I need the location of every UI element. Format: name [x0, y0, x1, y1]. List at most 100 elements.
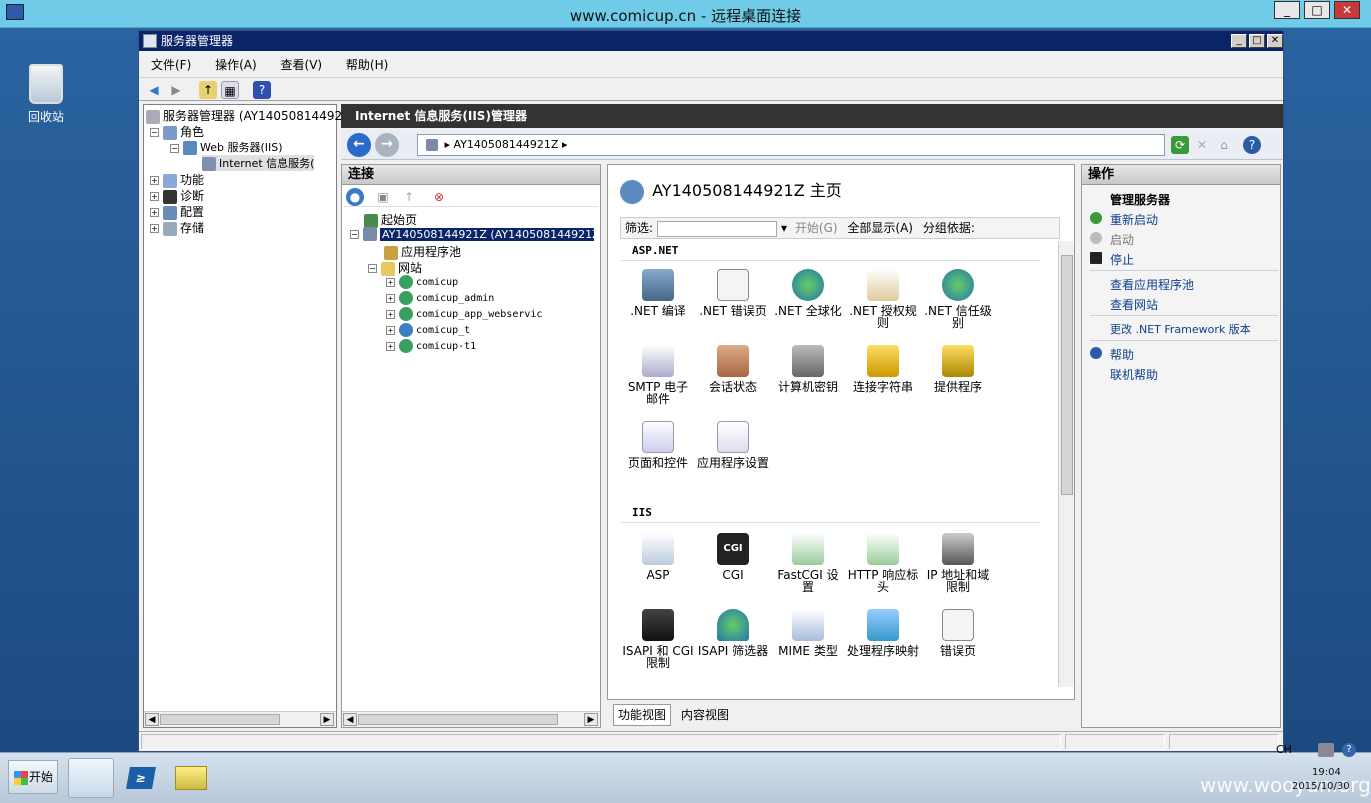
- expand-icon[interactable]: +: [386, 341, 395, 351]
- feature-cgi[interactable]: CGI CGI: [697, 533, 769, 581]
- menu-action[interactable]: 操作(A): [207, 53, 265, 76]
- feature-error-pages[interactable]: 错误页: [922, 609, 994, 657]
- taskbar-explorer[interactable]: [168, 758, 214, 798]
- tab-content-view[interactable]: 内容视图: [677, 705, 733, 725]
- action-online-help[interactable]: 联机帮助: [1110, 366, 1158, 383]
- tab-features-view[interactable]: 功能视图: [613, 704, 672, 726]
- feature-net-trust-levels[interactable]: .NET 信任级别: [922, 269, 994, 329]
- tree-item-features[interactable]: + 功能: [150, 171, 204, 188]
- feature-mime-types[interactable]: MIME 类型: [772, 609, 844, 657]
- start-filter-button[interactable]: 开始(G): [795, 221, 838, 235]
- up-folder-icon[interactable]: ↑: [199, 81, 217, 99]
- scroll-left-icon[interactable]: ◀: [343, 713, 357, 726]
- nav-forward-button[interactable]: →: [375, 133, 399, 157]
- rdp-minimize-button[interactable]: _: [1274, 1, 1300, 19]
- tree-item-configuration[interactable]: + 配置: [150, 203, 204, 220]
- expand-icon[interactable]: +: [386, 325, 395, 335]
- feature-session-state[interactable]: 会话状态: [697, 345, 769, 393]
- feature-providers[interactable]: 提供程序: [922, 345, 994, 393]
- tree-item-iis[interactable]: Internet 信息服务(: [202, 155, 315, 171]
- conn-server[interactable]: − AY140508144921Z (AY140508144921Z\woo: [350, 227, 594, 241]
- expand-icon[interactable]: +: [150, 208, 159, 217]
- feature-handler-mappings[interactable]: 处理程序映射: [847, 609, 919, 657]
- tree-item-storage[interactable]: + 存储: [150, 219, 204, 236]
- connections-horizontal-scrollbar[interactable]: ◀ ▶: [342, 711, 600, 727]
- window-close-button[interactable]: ✕: [1267, 34, 1283, 48]
- feature-net-authorization[interactable]: .NET 授权规则: [847, 269, 919, 329]
- connect-icon[interactable]: ●: [346, 188, 364, 206]
- conn-site-item[interactable]: + comicup: [386, 275, 458, 289]
- taskbar-server-manager[interactable]: [68, 758, 114, 798]
- expand-icon[interactable]: +: [150, 224, 159, 233]
- scroll-thumb[interactable]: [1061, 255, 1073, 495]
- menu-view[interactable]: 查看(V): [273, 53, 331, 76]
- scroll-right-icon[interactable]: ▶: [320, 713, 334, 726]
- scroll-thumb[interactable]: [358, 714, 558, 725]
- home-icon[interactable]: ⌂: [1215, 136, 1233, 154]
- menu-file[interactable]: 文件(F): [143, 53, 199, 76]
- feature-pages-controls[interactable]: 页面和控件: [622, 421, 694, 469]
- action-view-app-pools[interactable]: 查看应用程序池: [1110, 276, 1194, 293]
- conn-site-item[interactable]: + comicup_admin: [386, 291, 494, 305]
- conn-site-item[interactable]: + comicup_t: [386, 323, 470, 337]
- tree-horizontal-scrollbar[interactable]: ◀ ▶: [144, 711, 336, 727]
- disconnect-icon[interactable]: ⊗: [430, 188, 448, 206]
- keyboard-icon[interactable]: [1318, 743, 1334, 757]
- help-icon[interactable]: ?: [253, 81, 271, 99]
- feature-isapi-cgi-restrictions[interactable]: ISAPI 和 CGI 限制: [622, 609, 694, 669]
- start-button[interactable]: 开始: [8, 760, 58, 794]
- tree-item-roles[interactable]: − 角色: [150, 123, 204, 140]
- save-icon[interactable]: ▣: [374, 188, 392, 206]
- expand-icon[interactable]: +: [386, 293, 395, 303]
- stop-icon[interactable]: ✕: [1193, 136, 1211, 154]
- tree-item-web-server[interactable]: − Web 服务器(IIS): [170, 139, 283, 155]
- collapse-icon[interactable]: −: [368, 264, 377, 273]
- scroll-left-icon[interactable]: ◀: [145, 713, 159, 726]
- feature-smtp-email[interactable]: SMTP 电子邮件: [622, 345, 694, 405]
- feature-asp[interactable]: ASP: [622, 533, 694, 581]
- recycle-bin[interactable]: 回收站: [24, 64, 68, 125]
- expand-icon[interactable]: +: [150, 192, 159, 201]
- show-all-button[interactable]: 全部显示(A): [847, 221, 913, 235]
- feature-net-error-pages[interactable]: .NET 错误页: [697, 269, 769, 317]
- action-view-sites[interactable]: 查看网站: [1110, 296, 1158, 313]
- expand-icon[interactable]: +: [386, 277, 395, 287]
- feature-app-settings[interactable]: 应用程序设置: [697, 421, 769, 469]
- tree-item-root[interactable]: 服务器管理器 (AY140508144921: [146, 107, 350, 124]
- filter-input[interactable]: [657, 220, 778, 237]
- feature-isapi-filters[interactable]: ISAPI 筛选器: [697, 609, 769, 657]
- scroll-right-icon[interactable]: ▶: [584, 713, 598, 726]
- rdp-maximize-button[interactable]: □: [1304, 1, 1330, 19]
- feature-net-globalization[interactable]: .NET 全球化: [772, 269, 844, 317]
- address-box[interactable]: ▸ AY140508144921Z ▸: [417, 134, 1165, 156]
- forward-icon[interactable]: ▶: [167, 81, 185, 99]
- filter-dropdown-icon[interactable]: ▾: [781, 221, 787, 235]
- back-icon[interactable]: ◀: [145, 81, 163, 99]
- refresh-icon[interactable]: ⟳: [1171, 136, 1189, 154]
- rdp-close-button[interactable]: ✕: [1334, 1, 1360, 19]
- scroll-thumb[interactable]: [160, 714, 280, 725]
- feature-net-compilation[interactable]: .NET 编译: [622, 269, 694, 317]
- action-stop[interactable]: 停止: [1110, 251, 1134, 268]
- collapse-icon[interactable]: −: [350, 229, 359, 239]
- language-indicator[interactable]: CH: [1276, 743, 1292, 756]
- conn-start-page[interactable]: 起始页: [364, 211, 417, 228]
- nav-back-button[interactable]: ←: [347, 133, 371, 157]
- conn-sites[interactable]: − 网站: [368, 259, 422, 276]
- feature-http-headers[interactable]: HTTP 响应标头: [847, 533, 919, 593]
- collapse-icon[interactable]: −: [150, 128, 159, 137]
- expand-icon[interactable]: +: [386, 309, 395, 319]
- home-vertical-scrollbar[interactable]: [1058, 241, 1074, 687]
- help-dropdown-icon[interactable]: ?: [1243, 136, 1261, 154]
- action-start[interactable]: 启动: [1110, 231, 1134, 248]
- action-help[interactable]: 帮助: [1110, 346, 1134, 363]
- address-chevron-icon[interactable]: ▸: [562, 138, 568, 151]
- action-change-framework[interactable]: 更改 .NET Framework 版本: [1110, 321, 1251, 337]
- help-tray-icon[interactable]: ?: [1342, 743, 1356, 757]
- window-maximize-button[interactable]: □: [1249, 34, 1265, 48]
- feature-ip-restrictions[interactable]: IP 地址和域限制: [922, 533, 994, 593]
- conn-app-pools[interactable]: 应用程序池: [384, 243, 461, 260]
- up-icon[interactable]: ↑: [400, 188, 418, 206]
- collapse-icon[interactable]: −: [170, 143, 179, 153]
- menu-help[interactable]: 帮助(H): [338, 53, 396, 76]
